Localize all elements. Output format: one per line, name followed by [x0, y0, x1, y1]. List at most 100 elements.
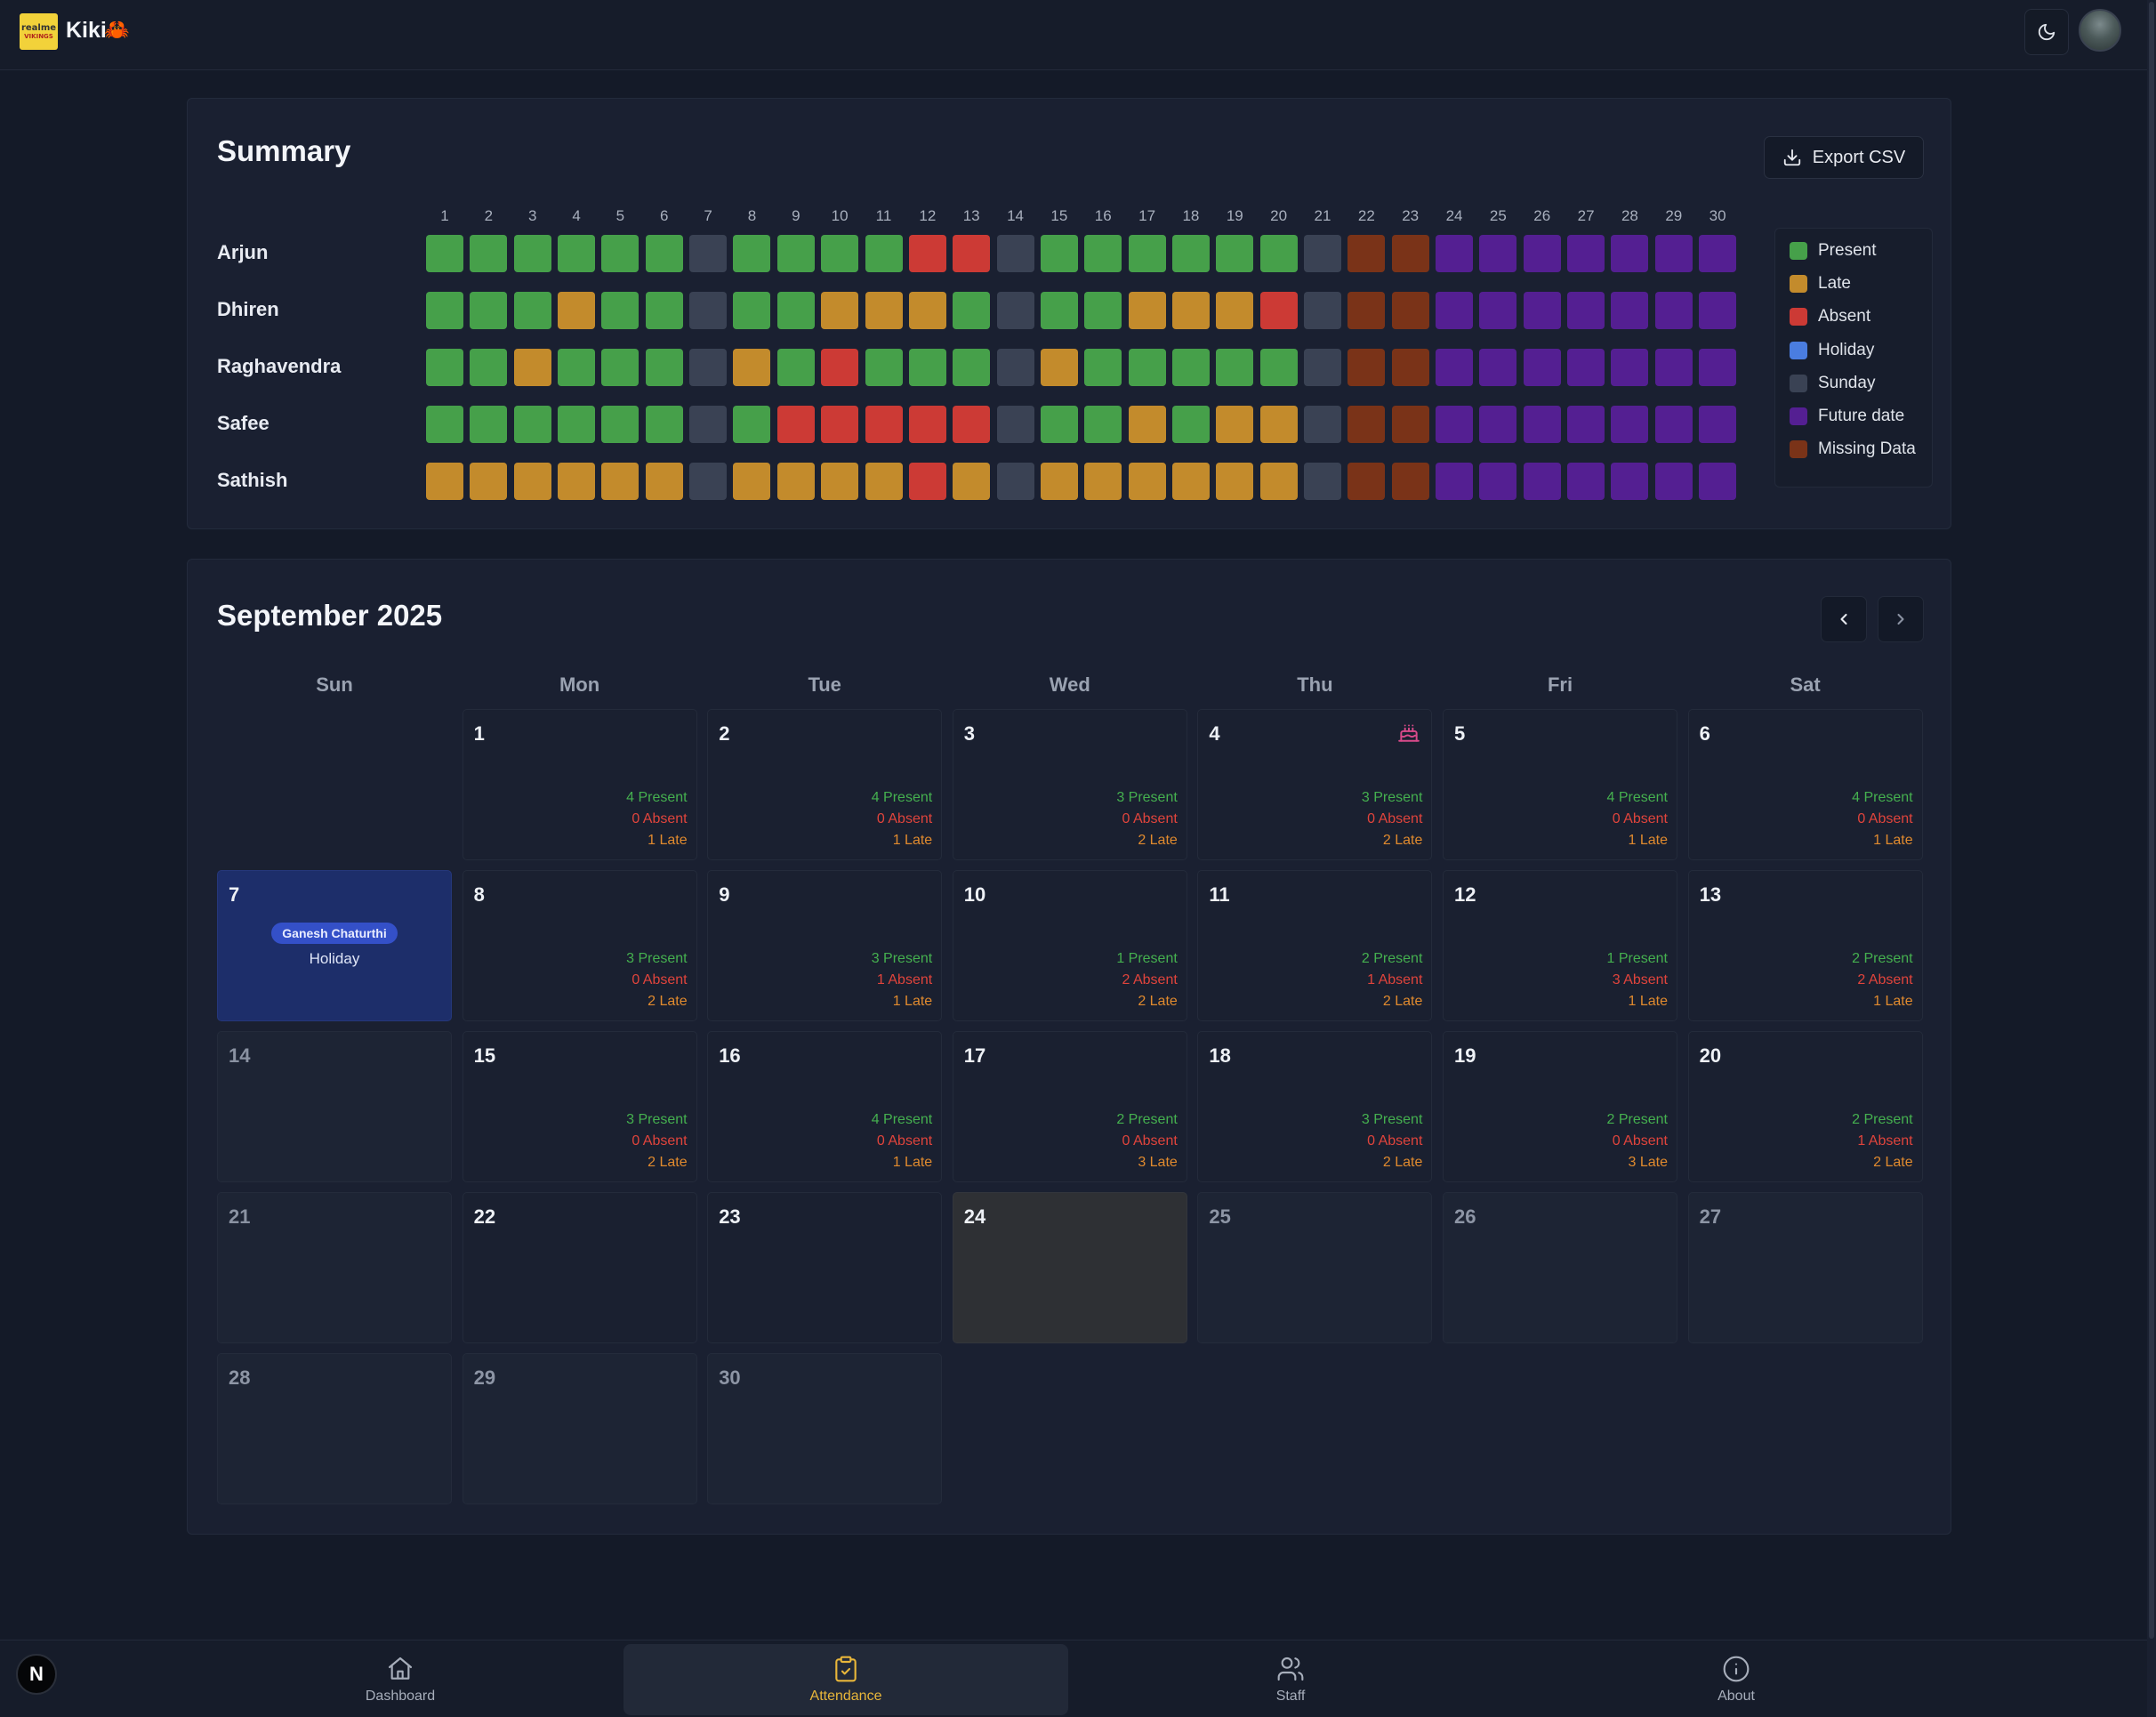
nextjs-dev-badge[interactable]: N — [16, 1654, 57, 1695]
attendance-cell[interactable] — [1040, 235, 1078, 272]
attendance-cell[interactable] — [953, 235, 991, 272]
attendance-cell[interactable] — [1654, 349, 1693, 386]
attendance-cell[interactable] — [776, 292, 815, 329]
attendance-cell[interactable] — [689, 463, 728, 500]
attendance-cell[interactable] — [1567, 292, 1605, 329]
attendance-cell[interactable] — [1304, 463, 1341, 500]
attendance-cell[interactable] — [1304, 406, 1341, 443]
attendance-cell[interactable] — [1611, 406, 1649, 443]
attendance-cell[interactable] — [821, 349, 859, 386]
attendance-cell[interactable] — [996, 235, 1034, 272]
attendance-cell[interactable] — [1040, 349, 1078, 386]
prev-month-button[interactable] — [1821, 596, 1867, 642]
attendance-cell[interactable] — [1040, 463, 1078, 500]
attendance-cell[interactable] — [1391, 349, 1429, 386]
attendance-cell[interactable] — [1391, 292, 1429, 329]
attendance-cell[interactable] — [953, 406, 991, 443]
attendance-cell[interactable] — [1523, 349, 1561, 386]
calendar-day[interactable]: 26 — [1443, 1192, 1677, 1343]
attendance-cell[interactable] — [996, 349, 1034, 386]
attendance-cell[interactable] — [821, 406, 859, 443]
attendance-cell[interactable] — [1259, 406, 1298, 443]
attendance-cell[interactable] — [470, 406, 508, 443]
calendar-day[interactable]: 8 3 Present 0 Absent 2 Late — [462, 870, 697, 1021]
calendar-day[interactable]: 4 3 Present 0 Absent 2 Late — [1197, 709, 1433, 860]
attendance-cell[interactable] — [1611, 463, 1649, 500]
nav-about[interactable]: About — [1514, 1644, 1959, 1715]
attendance-cell[interactable] — [776, 349, 815, 386]
attendance-cell[interactable] — [1128, 235, 1166, 272]
attendance-cell[interactable] — [776, 235, 815, 272]
attendance-cell[interactable] — [1171, 235, 1210, 272]
next-month-button[interactable] — [1878, 596, 1924, 642]
attendance-cell[interactable] — [1611, 235, 1649, 272]
attendance-cell[interactable] — [1216, 406, 1254, 443]
attendance-cell[interactable] — [1436, 292, 1474, 329]
attendance-cell[interactable] — [645, 406, 683, 443]
attendance-cell[interactable] — [1128, 406, 1166, 443]
attendance-cell[interactable] — [1259, 235, 1298, 272]
calendar-day[interactable]: 11 2 Present 1 Absent 2 Late — [1197, 870, 1433, 1021]
attendance-cell[interactable] — [426, 463, 463, 500]
calendar-day[interactable]: 3 3 Present 0 Absent 2 Late — [952, 709, 1187, 860]
attendance-cell[interactable] — [821, 292, 859, 329]
attendance-cell[interactable] — [1479, 292, 1517, 329]
attendance-cell[interactable] — [1523, 292, 1561, 329]
export-csv-button[interactable]: Export CSV — [1764, 136, 1924, 179]
attendance-cell[interactable] — [1216, 463, 1254, 500]
attendance-cell[interactable] — [558, 235, 596, 272]
attendance-cell[interactable] — [426, 235, 463, 272]
calendar-day[interactable]: 18 3 Present 0 Absent 2 Late — [1197, 1031, 1433, 1182]
attendance-cell[interactable] — [865, 349, 903, 386]
attendance-cell[interactable] — [1654, 463, 1693, 500]
calendar-day[interactable]: 14 — [217, 1031, 452, 1182]
attendance-cell[interactable] — [1699, 406, 1737, 443]
attendance-cell[interactable] — [996, 406, 1034, 443]
attendance-cell[interactable] — [1348, 406, 1386, 443]
attendance-cell[interactable] — [1040, 406, 1078, 443]
attendance-cell[interactable] — [426, 292, 463, 329]
attendance-cell[interactable] — [689, 235, 728, 272]
attendance-cell[interactable] — [1567, 235, 1605, 272]
attendance-cell[interactable] — [1699, 349, 1737, 386]
calendar-day-today[interactable]: 24 — [952, 1192, 1187, 1343]
calendar-day[interactable]: 9 3 Present 1 Absent 1 Late — [707, 870, 943, 1021]
attendance-cell[interactable] — [470, 349, 508, 386]
attendance-cell[interactable] — [1128, 292, 1166, 329]
attendance-cell[interactable] — [426, 406, 463, 443]
attendance-cell[interactable] — [1128, 463, 1166, 500]
attendance-cell[interactable] — [1654, 235, 1693, 272]
attendance-cell[interactable] — [1611, 292, 1649, 329]
attendance-cell[interactable] — [821, 235, 859, 272]
nav-dashboard[interactable]: Dashboard — [178, 1644, 623, 1715]
calendar-day[interactable]: 21 — [217, 1192, 452, 1343]
calendar-day[interactable]: 29 — [462, 1353, 697, 1504]
theme-toggle-button[interactable] — [2024, 9, 2069, 55]
attendance-cell[interactable] — [1304, 292, 1341, 329]
attendance-cell[interactable] — [865, 406, 903, 443]
attendance-cell[interactable] — [908, 292, 946, 329]
attendance-cell[interactable] — [1611, 349, 1649, 386]
attendance-cell[interactable] — [776, 406, 815, 443]
calendar-day[interactable]: 13 2 Present 2 Absent 1 Late — [1687, 870, 1923, 1021]
attendance-cell[interactable] — [1654, 406, 1693, 443]
attendance-cell[interactable] — [426, 349, 463, 386]
attendance-cell[interactable] — [733, 406, 771, 443]
attendance-cell[interactable] — [821, 463, 859, 500]
calendar-day[interactable]: 27 — [1687, 1192, 1923, 1343]
attendance-cell[interactable] — [1348, 292, 1386, 329]
calendar-day[interactable]: 17 2 Present 0 Absent 3 Late — [952, 1031, 1187, 1182]
attendance-cell[interactable] — [1567, 349, 1605, 386]
attendance-cell[interactable] — [645, 463, 683, 500]
calendar-day[interactable]: 10 1 Present 2 Absent 2 Late — [952, 870, 1187, 1021]
attendance-cell[interactable] — [513, 349, 551, 386]
attendance-cell[interactable] — [1084, 406, 1122, 443]
attendance-cell[interactable] — [1171, 349, 1210, 386]
attendance-cell[interactable] — [689, 292, 728, 329]
attendance-cell[interactable] — [1084, 349, 1122, 386]
attendance-cell[interactable] — [908, 235, 946, 272]
attendance-cell[interactable] — [513, 463, 551, 500]
attendance-cell[interactable] — [1216, 349, 1254, 386]
attendance-cell[interactable] — [1654, 292, 1693, 329]
calendar-day[interactable]: 12 1 Present 3 Absent 1 Late — [1443, 870, 1677, 1021]
